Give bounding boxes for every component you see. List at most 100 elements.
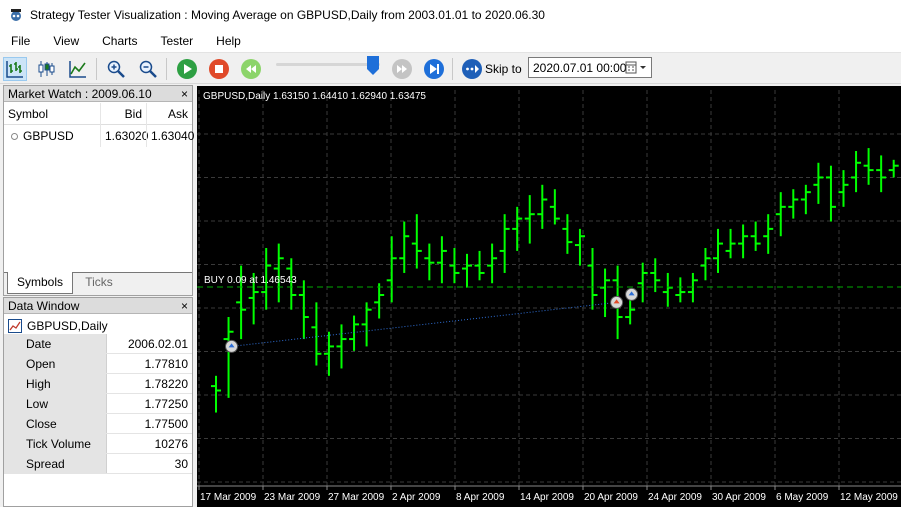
calendar-dropdown-icon[interactable] — [625, 61, 649, 75]
close-icon[interactable]: × — [181, 298, 188, 314]
table-row: Spread 30 — [4, 454, 192, 474]
x-axis: 17 Mar 2009 23 Mar 2009 27 Mar 2009 2 Apr 2… — [198, 486, 898, 503]
step-forward-icon — [424, 59, 444, 79]
row-label: Spread — [4, 454, 106, 473]
rewind-button[interactable] — [239, 57, 263, 81]
ohlc-bar — [273, 243, 284, 303]
ohlc-bar — [637, 262, 648, 303]
ohlc-bar — [863, 148, 874, 185]
column-header-ask[interactable]: Ask — [146, 102, 192, 125]
x-tick-label: 6 May 2009 — [776, 492, 829, 503]
close-icon[interactable]: × — [181, 86, 188, 102]
x-tick-label: 23 Mar 2009 — [264, 492, 321, 503]
ohlc-bar — [876, 155, 887, 193]
buy-entry-icon — [225, 339, 239, 353]
menu-view[interactable]: View — [42, 30, 91, 52]
ohlc-bar — [311, 302, 322, 366]
candlestick-button[interactable] — [34, 57, 58, 81]
playback-speed-slider[interactable] — [276, 63, 380, 66]
menu-tester[interactable]: Tester — [149, 30, 205, 52]
row-value: 1.77250 — [106, 394, 192, 413]
ohlc-bar — [687, 272, 698, 303]
ohlc-bar — [838, 170, 849, 207]
trade-overlay: BUY 0.09 at 1.46543 — [197, 275, 901, 353]
ohlc-bar — [436, 236, 447, 284]
skip-to-date-value: 2020.07.01 00:00 — [533, 61, 627, 75]
tab-ticks[interactable]: Ticks — [76, 272, 122, 294]
x-tick-label: 12 May 2009 — [840, 492, 898, 503]
chart-canvas[interactable]: BUY 0.09 at 1.46543 17 Mar 2009 23 Mar 20… — [197, 86, 901, 507]
symbol-cell: GBPUSD — [4, 125, 100, 147]
play-button[interactable] — [175, 57, 199, 81]
trade-connector — [231, 301, 617, 347]
table-row: Low 1.77250 — [4, 394, 192, 414]
chart-series-icon — [8, 319, 22, 333]
step-forward-button[interactable] — [422, 57, 446, 81]
series-name: GBPUSD,Daily — [27, 319, 108, 333]
ohlc-bar — [587, 247, 598, 310]
ohlc-bar — [763, 214, 774, 254]
zoom-out-button[interactable] — [136, 57, 160, 81]
ohlc-bar — [361, 302, 372, 347]
line-chart-button[interactable] — [66, 57, 90, 81]
ohlc-bar — [323, 331, 334, 376]
bid-cell: 1.63020 — [100, 125, 148, 147]
data-window-title: Data Window — [8, 299, 80, 313]
ask-cell: 1.63040 — [146, 125, 194, 147]
price-chart[interactable]: BUY 0.09 at 1.46543 17 Mar 2009 23 Mar 20… — [197, 86, 901, 507]
bar-chart-button[interactable] — [3, 57, 27, 81]
row-label: High — [4, 374, 106, 393]
ohlc-bar — [336, 324, 347, 369]
table-row: Tick Volume 10276 — [4, 434, 192, 454]
column-header-symbol[interactable]: Symbol — [4, 103, 100, 125]
chart-grid — [197, 90, 901, 487]
ohlc-bar — [775, 192, 786, 237]
buy-entry-icon — [625, 287, 639, 301]
menu-help[interactable]: Help — [205, 30, 253, 52]
chart-header: GBPUSD,Daily 1.63150 1.64410 1.62940 1.6… — [203, 91, 426, 102]
table-row: High 1.78220 — [4, 374, 192, 394]
x-tick-label: 30 Apr 2009 — [712, 492, 766, 503]
skip-to-button[interactable] — [460, 57, 484, 81]
ohlc-bar — [750, 221, 761, 251]
ohlc-bar — [449, 247, 460, 284]
skip-to-date-input[interactable]: 2020.07.01 00:00 — [528, 57, 652, 78]
menu-charts[interactable]: Charts — [91, 30, 149, 52]
row-label: Close — [4, 414, 106, 433]
title-bar: Strategy Tester Visualization : Moving A… — [0, 0, 901, 30]
row-value: 2006.02.01 — [106, 334, 192, 353]
row-value: 1.77810 — [106, 354, 192, 373]
ohlc-bar — [825, 165, 836, 222]
toolbar-separator — [166, 58, 167, 80]
ohlc-bar — [851, 151, 862, 193]
line-chart-icon — [69, 61, 86, 78]
column-header-bid[interactable]: Bid — [100, 102, 146, 125]
ohlc-bars — [211, 148, 899, 413]
data-window-rows: Date 2006.02.01 Open 1.77810 High 1.78220 L… — [4, 334, 192, 474]
slider-thumb[interactable] — [367, 56, 379, 75]
toolbar-separator — [96, 58, 97, 80]
zoom-in-button[interactable] — [104, 57, 128, 81]
table-header: Symbol Bid Ask — [4, 102, 192, 125]
window-title: Strategy Tester Visualization : Moving A… — [30, 8, 545, 22]
tab-symbols[interactable]: Symbols — [7, 272, 73, 294]
market-watch-panel: Market Watch : 2009.06.10 × Symbol Bid A… — [3, 85, 194, 296]
market-watch-table: Symbol Bid Ask GBPUSD 1.63020 1.63040 — [4, 102, 194, 147]
x-tick-label: 8 Apr 2009 — [456, 492, 505, 503]
data-window-panel: Data Window × GBPUSD,Daily Date 2006.02.0… — [3, 297, 193, 507]
fast-forward-button[interactable] — [390, 57, 414, 81]
table-row[interactable]: GBPUSD 1.63020 1.63040 — [4, 125, 194, 147]
ohlc-bar — [512, 206, 523, 251]
row-label: Open — [4, 354, 106, 373]
ohlc-bar — [462, 253, 472, 288]
ohlc-bar — [738, 224, 749, 259]
zoom-in-icon — [107, 60, 125, 78]
play-icon — [177, 59, 197, 79]
sell-exit-icon — [610, 295, 624, 309]
menu-file[interactable]: File — [0, 30, 42, 52]
ohlc-bar — [800, 184, 811, 215]
stop-button[interactable] — [207, 57, 231, 81]
skip-to-label: Skip to — [485, 62, 522, 76]
menu-bar: File View Charts Tester Help — [0, 30, 901, 52]
row-value: 30 — [106, 454, 192, 473]
